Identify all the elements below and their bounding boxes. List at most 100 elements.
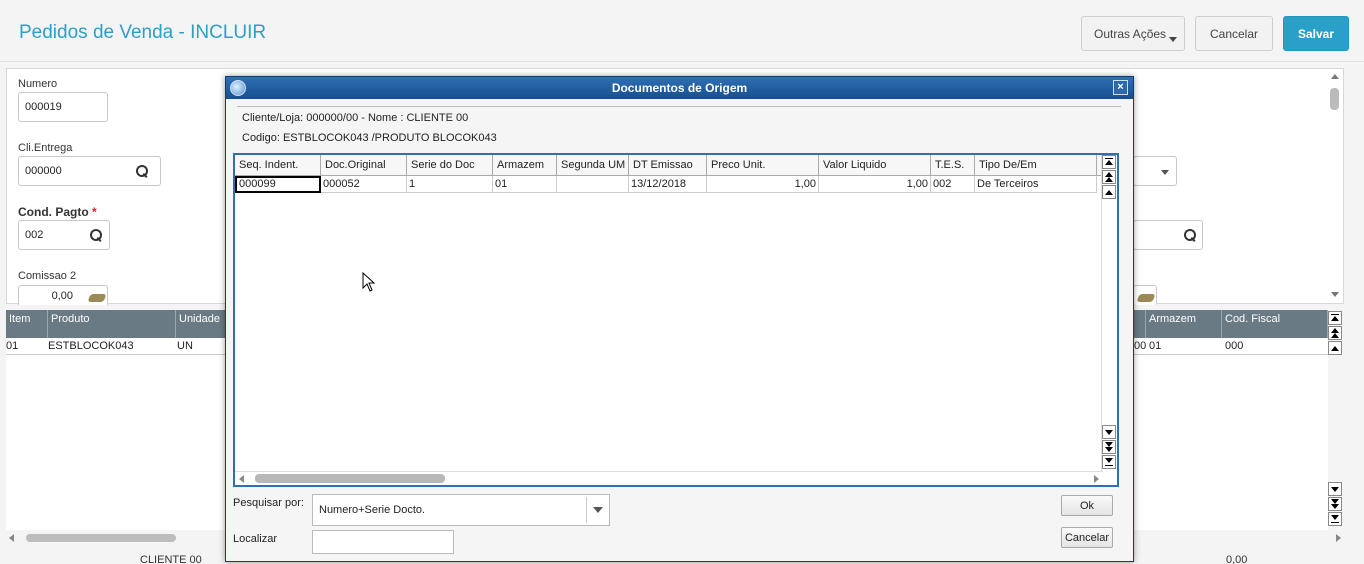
mouse-cursor-icon xyxy=(362,272,376,292)
column-header-armazem[interactable]: Armazem xyxy=(493,155,557,176)
info-divider xyxy=(237,106,1121,107)
other-actions-button[interactable]: Outras Ações xyxy=(1081,16,1185,51)
cond-pagto-value: 002 xyxy=(25,229,44,241)
column-header-serie[interactable]: Serie do Doc xyxy=(407,155,493,176)
grid-first-icon[interactable] xyxy=(1328,311,1342,325)
grid-last-icon[interactable] xyxy=(1102,455,1116,469)
column-header-item[interactable]: Item xyxy=(6,310,48,338)
header-bar: Pedidos de Venda - INCLUIR Outras Ações … xyxy=(0,0,1364,62)
grid-down-icon[interactable] xyxy=(1102,425,1116,439)
documents-grid: Seq. Indent. Doc.Original Serie do Doc A… xyxy=(233,153,1119,487)
scroll-down-icon[interactable] xyxy=(1331,292,1339,297)
grid-horizontal-scrollbar[interactable] xyxy=(235,471,1103,485)
pesquisar-select[interactable]: Numero+Serie Docto. xyxy=(312,494,610,526)
scroll-thumb[interactable] xyxy=(1330,88,1339,110)
form-vertical-scrollbar[interactable] xyxy=(1328,69,1342,303)
grid-page-down-icon[interactable] xyxy=(1328,497,1342,511)
column-header-tes[interactable]: T.E.S. xyxy=(931,155,975,176)
scroll-thumb[interactable] xyxy=(26,534,176,542)
column-header-armazem[interactable]: Armazem xyxy=(1146,310,1222,338)
cell-tipo[interactable]: De Terceiros xyxy=(975,176,1097,193)
grid-page-down-icon[interactable] xyxy=(1102,440,1116,454)
scroll-right-icon[interactable] xyxy=(1336,534,1341,542)
currency-field-partial[interactable] xyxy=(1133,285,1157,305)
cell-unidade: UN xyxy=(177,340,193,352)
comissao2-value: 0,00 xyxy=(51,289,73,302)
column-header-cod-fiscal[interactable]: Cod. Fiscal xyxy=(1222,310,1328,338)
column-header-dt-emissao[interactable]: DT Emissao xyxy=(629,155,707,176)
scroll-left-icon[interactable] xyxy=(239,475,244,483)
grid-first-icon[interactable] xyxy=(1102,155,1116,169)
numero-label: Numero xyxy=(18,78,58,90)
column-header-produto[interactable]: Produto xyxy=(48,310,176,338)
cell-doc-original[interactable]: 000052 xyxy=(321,176,407,193)
column-header-doc-original[interactable]: Doc.Original xyxy=(321,155,407,176)
chevron-down-icon xyxy=(593,507,603,513)
page-title: Pedidos de Venda - INCLUIR xyxy=(19,22,267,43)
cell-valor-liquido[interactable]: 1,00 xyxy=(819,176,931,193)
scroll-left-icon[interactable] xyxy=(9,534,14,542)
cell-tes[interactable]: 002 xyxy=(931,176,975,193)
cell-dt-emissao[interactable]: 13/12/2018 xyxy=(629,176,707,193)
grid-page-up-icon[interactable] xyxy=(1328,326,1342,340)
grid-up-icon[interactable] xyxy=(1328,341,1342,355)
column-header-preco-unit[interactable]: Preco Unit. xyxy=(707,155,819,176)
footer-total: 0,00 xyxy=(1226,554,1248,564)
cond-pagto-field[interactable]: 002 xyxy=(18,220,110,250)
documentos-origem-dialog: Documentos de Origem × Cliente/Loja: 000… xyxy=(225,76,1134,562)
column-header-valor-liquido[interactable]: Valor Liquido xyxy=(819,155,931,176)
cell-seq[interactable]: 000099 xyxy=(235,176,321,193)
dialog-title: Documentos de Origem xyxy=(611,81,748,95)
grid-last-icon[interactable] xyxy=(1328,512,1342,526)
save-button[interactable]: Salvar xyxy=(1283,16,1349,51)
search-icon[interactable] xyxy=(1184,229,1196,241)
cliente-info: Cliente/Loja: 000000/00 - Nome : CLIENTE… xyxy=(242,112,469,124)
search-icon[interactable] xyxy=(90,229,102,241)
cell-partial: 00 xyxy=(1134,340,1147,352)
search-icon[interactable] xyxy=(136,165,148,177)
lookup-field-partial[interactable] xyxy=(1133,220,1203,250)
pesquisar-label: Pesquisar por: xyxy=(233,497,304,509)
dialog-title-bar: Documentos de Origem × xyxy=(226,77,1133,99)
column-header-tipo[interactable]: Tipo De/Em xyxy=(975,155,1097,176)
cell-cod-fiscal: 000 xyxy=(1225,340,1244,352)
select-field-partial[interactable] xyxy=(1133,156,1177,186)
coins-icon[interactable] xyxy=(87,294,107,302)
pesquisar-value: Numero+Serie Docto. xyxy=(319,504,426,516)
coins-icon[interactable] xyxy=(1136,294,1156,302)
footer-cliente: CLIENTE 00 xyxy=(140,554,202,564)
column-header-unidade[interactable]: Unidade xyxy=(176,310,226,338)
grid-page-up-icon[interactable] xyxy=(1102,170,1116,184)
ok-button[interactable]: Ok xyxy=(1061,495,1113,516)
grid-vertical-scrollbar[interactable] xyxy=(1101,155,1117,471)
cancel-button[interactable]: Cancelar xyxy=(1195,16,1273,51)
numero-field[interactable]: 000019 xyxy=(18,92,108,122)
grid-up-icon[interactable] xyxy=(1102,185,1116,199)
scroll-up-icon[interactable] xyxy=(1331,74,1339,79)
cond-pagto-label-text: Cond. Pagto xyxy=(18,205,89,219)
chevron-down-icon xyxy=(1161,170,1169,175)
codigo-info: Codigo: ESTBLOCOK043 /PRODUTO BLOCOK043 xyxy=(242,132,497,144)
cli-entrega-label: Cli.Entrega xyxy=(18,142,73,154)
column-header-seq[interactable]: Seq. Indent. xyxy=(235,155,321,176)
other-actions-label: Outras Ações xyxy=(1094,26,1167,41)
column-header-partial[interactable] xyxy=(1134,310,1146,338)
select-divider xyxy=(586,497,587,523)
cond-pagto-label: Cond. Pagto * xyxy=(18,205,97,219)
grid-down-icon[interactable] xyxy=(1328,482,1342,496)
required-asterisk: * xyxy=(92,205,97,219)
cell-armazem[interactable]: 01 xyxy=(493,176,557,193)
scroll-thumb[interactable] xyxy=(255,474,445,483)
localizar-input[interactable] xyxy=(312,530,454,554)
close-icon[interactable]: × xyxy=(1113,80,1128,95)
scroll-right-icon[interactable] xyxy=(1094,475,1099,483)
cell-preco-unit[interactable]: 1,00 xyxy=(707,176,819,193)
cell-produto: ESTBLOCOK043 xyxy=(48,340,134,352)
column-header-segunda-um[interactable]: Segunda UM xyxy=(557,155,629,176)
comissao2-field[interactable]: 0,00 xyxy=(18,285,108,305)
chevron-down-icon xyxy=(1169,37,1177,42)
cancel-dialog-button[interactable]: Cancelar xyxy=(1061,527,1113,548)
cli-entrega-field[interactable]: 000000 xyxy=(18,156,161,186)
cell-serie[interactable]: 1 xyxy=(407,176,493,193)
cell-segunda-um[interactable] xyxy=(557,176,629,193)
